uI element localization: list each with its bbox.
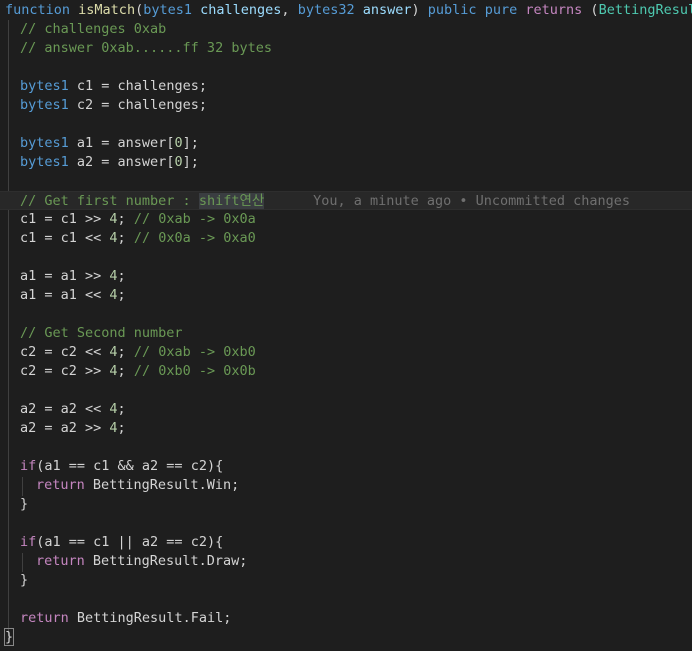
index-number: 0 [174,154,183,170]
code-line-a2-decl[interactable]: bytes1 a2 = answer[0]; [20,153,692,172]
number: 4 [109,420,118,436]
keyword-function: function [5,2,71,18]
code-line-c1-decl[interactable]: bytes1 c1 = challenges; [20,77,692,96]
type-bytes1: bytes1 [20,135,69,151]
code-line-function-signature[interactable]: function isMatch(bytes1 challenges, byte… [5,1,692,20]
code-line-a2-shift-left[interactable]: a2 = a2 << 4; [20,400,692,419]
type-bytes1: bytes1 [20,97,69,113]
param-name-2: answer [362,2,412,18]
inline-comment: // 0xb0 -> 0x0b [133,363,256,379]
semicolon: ; [117,363,134,379]
statement-end: ]; [182,135,199,151]
code-line-a1-shift-left[interactable]: a1 = a1 << 4; [20,286,692,305]
return-type: BettingResult [598,2,692,18]
code-editor[interactable]: function isMatch(bytes1 challenges, byte… [0,0,692,651]
git-blame-annotation: You, a minute ago • Uncommitted changes [313,193,631,209]
code-line-close-brace-1[interactable]: } [20,495,692,514]
semicolon: ; [117,287,126,303]
semicolon: ; [117,268,126,284]
condition: (a1 == c1 || a2 == c2){ [36,534,224,550]
code-line-return-win[interactable]: return BettingResult.Win; [36,476,692,495]
semicolon: ; [117,211,134,227]
close-brace-matched: } [3,628,15,646]
number: 4 [109,401,118,417]
code-line-c1-shift-left[interactable]: c1 = c1 << 4; // 0x0a -> 0xa0 [20,229,692,248]
function-name: isMatch [78,2,136,18]
keyword-if: if [20,458,37,474]
statement: a1 = a1 >> [20,268,110,284]
semicolon: ; [117,344,134,360]
code-line-return-draw[interactable]: return BettingResult.Draw; [36,552,692,571]
code-line-return-fail[interactable]: return BettingResult.Fail; [20,609,692,628]
number: 4 [109,211,118,227]
keyword-return: return [36,477,85,493]
semicolon: ; [117,230,134,246]
return-value: BettingResult.Fail; [68,610,232,626]
code-line-close-brace-2[interactable]: } [20,571,692,590]
returns-open-paren: ( [590,2,599,18]
keyword-return: return [36,553,85,569]
comment-get-first: // Get first number : [20,193,199,209]
indent-guide-if-win [22,477,23,496]
param-type-1: bytes1 [143,2,192,18]
keyword-pure: pure [484,2,518,18]
indent-guide-if-draw [22,553,23,572]
statement: c1 = c1 >> [20,211,110,227]
number: 4 [109,363,118,379]
return-value: BettingResult.Draw; [84,553,248,569]
code-line-a1-decl[interactable]: bytes1 a1 = answer[0]; [20,134,692,153]
code-line-a2-shift-right[interactable]: a2 = a2 >> 4; [20,419,692,438]
number: 4 [109,287,118,303]
statement: c1 = c1 << [20,230,110,246]
code-line-comment-second[interactable]: // Get Second number [20,324,692,343]
statement: a2 = a2 << [20,401,110,417]
statement-end: ]; [182,154,199,170]
statement: a1 = answer[ [68,135,175,151]
index-number: 0 [174,135,183,151]
return-value: BettingResult.Win; [84,477,240,493]
param-type-2: bytes32 [297,2,355,18]
statement: c1 = challenges; [68,78,207,94]
close-paren: ) [411,2,420,18]
code-line-if-or[interactable]: if(a1 == c1 || a2 == c2){ [20,533,692,552]
code-line-a1-shift-right[interactable]: a1 = a1 >> 4; [20,267,692,286]
code-line-comment-answer[interactable]: // answer 0xab......ff 32 bytes [20,39,692,58]
code-line-comment-challenges[interactable]: // challenges 0xab [20,20,692,39]
inline-comment: // 0xab -> 0xb0 [133,344,256,360]
code-line-c1-shift-right[interactable]: c1 = c1 >> 4; // 0xab -> 0x0a [20,210,692,229]
keyword-return: return [20,610,69,626]
indent-guide [8,20,9,639]
blame-spacer [264,193,313,209]
comma: , [281,2,298,18]
type-bytes1: bytes1 [20,154,69,170]
param-name-1: challenges [200,2,282,18]
semicolon: ; [117,401,126,417]
open-paren: ( [135,2,144,18]
code-line-c2-shift-left[interactable]: c2 = c2 << 4; // 0xab -> 0xb0 [20,343,692,362]
statement: a2 = answer[ [68,154,175,170]
type-bytes1: bytes1 [20,78,69,94]
inline-comment: // 0x0a -> 0xa0 [133,230,256,246]
number: 4 [109,268,118,284]
statement: c2 = c2 << [20,344,110,360]
keyword-public: public [427,2,477,18]
number: 4 [109,344,118,360]
inline-comment: // 0xab -> 0x0a [133,211,256,227]
semicolon: ; [117,420,126,436]
code-line-final-brace[interactable]: } [3,628,692,647]
statement: c2 = c2 >> [20,363,110,379]
statement: a2 = a2 >> [20,420,110,436]
code-line-c2-decl[interactable]: bytes1 c2 = challenges; [20,96,692,115]
condition: (a1 == c1 && a2 == c2){ [36,458,224,474]
keyword-returns: returns [525,2,583,18]
statement: a1 = a1 << [20,287,110,303]
code-line-if-and[interactable]: if(a1 == c1 && a2 == c2){ [20,457,692,476]
keyword-if: if [20,534,37,550]
number: 4 [109,230,118,246]
code-line-current-comment[interactable]: // Get first number : shift연산 You, a min… [0,191,692,210]
code-line-c2-shift-right[interactable]: c2 = c2 >> 4; // 0xb0 -> 0x0b [20,362,692,381]
comment-highlight-shift: shift연산 [198,193,265,209]
statement: c2 = challenges; [68,97,207,113]
